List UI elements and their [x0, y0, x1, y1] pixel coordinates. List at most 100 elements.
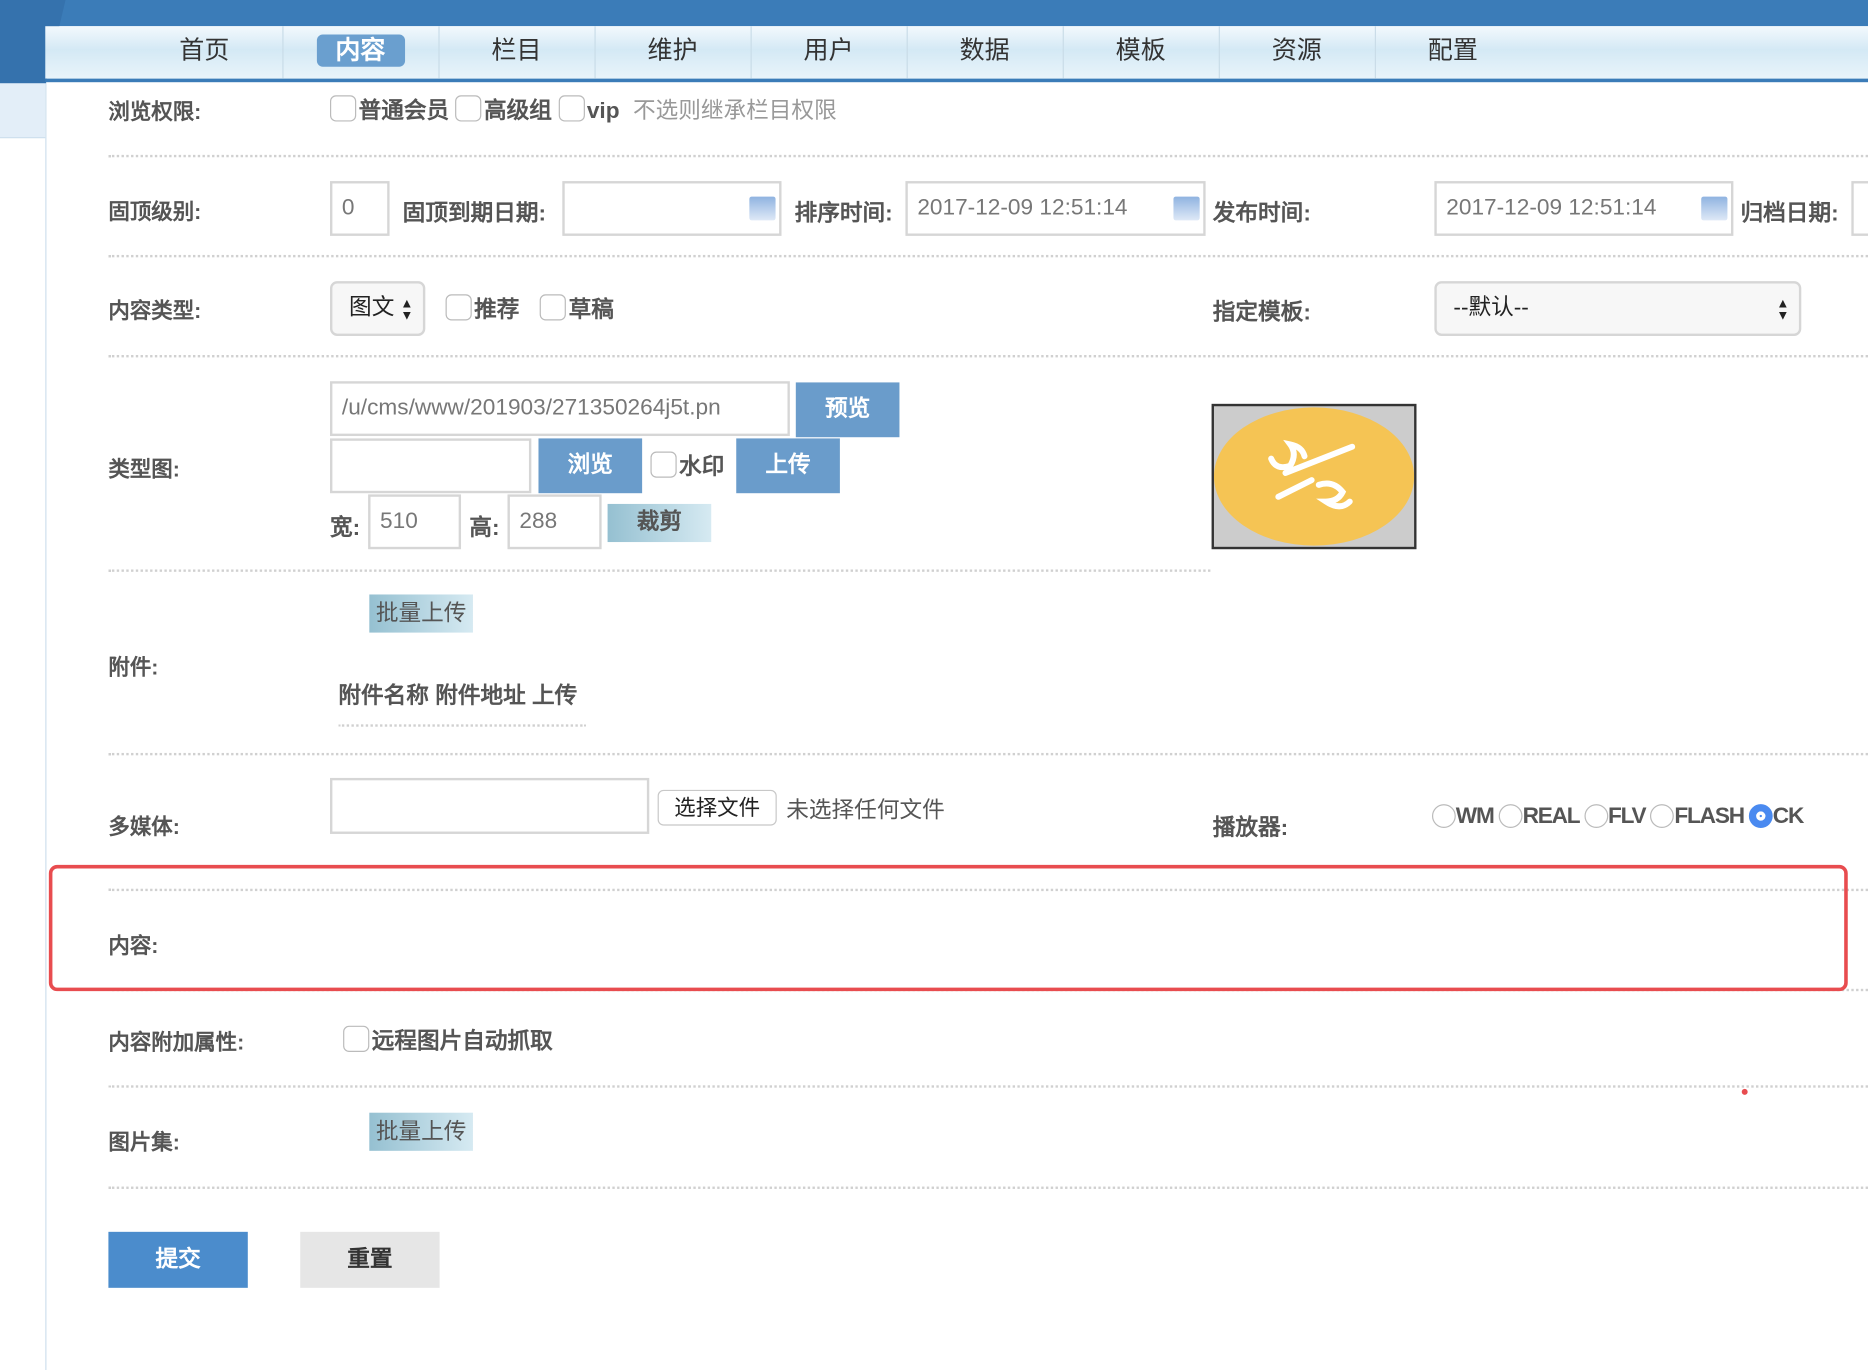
senior-label: 高级组: [484, 98, 552, 124]
content-type-select[interactable]: 图文 ▲ ▼: [329, 281, 426, 336]
permission-hint: 不选则继承栏目权限: [632, 98, 837, 124]
sort-time-input[interactable]: 2017-12-09 12:51:14: [905, 181, 1206, 236]
content-type-value: 图文: [349, 295, 395, 321]
type-image-label: 类型图:: [108, 457, 180, 482]
remote-fetch-label: 远程图片自动抓取: [371, 1029, 553, 1055]
preview-button[interactable]: 预览: [795, 382, 900, 438]
nav-column[interactable]: 栏目: [438, 26, 596, 79]
divider: [108, 1085, 1868, 1088]
column-name: 附件名称: [338, 683, 429, 709]
nav-content[interactable]: 内容: [282, 26, 440, 79]
divider: [108, 752, 1868, 756]
submit-button[interactable]: 提交: [108, 1231, 248, 1288]
attachment-batch-upload-button[interactable]: 批量上传: [369, 594, 473, 633]
calendar-icon[interactable]: [1173, 196, 1200, 221]
top-expire-input[interactable]: [562, 181, 782, 236]
crop-button[interactable]: 裁剪: [607, 503, 712, 543]
archive-date-input[interactable]: [1851, 181, 1868, 236]
player-option-label: REAL: [1522, 804, 1581, 830]
nav-label: 首页: [179, 36, 230, 65]
player-radio-flash[interactable]: [1650, 804, 1675, 828]
select-arrows-icon: ▲ ▼: [1776, 296, 1790, 323]
main-nav: 首页 内容 栏目 维护 用户 数据 模板 资源 配置: [45, 26, 1868, 83]
browse-button[interactable]: 浏览: [538, 438, 643, 494]
nav-template[interactable]: 模板: [1063, 26, 1220, 79]
top-bar: [0, 0, 1868, 27]
template-label: 指定模板:: [1212, 300, 1311, 326]
recommend-checkbox[interactable]: [445, 294, 472, 321]
calendar-icon[interactable]: [749, 196, 776, 221]
top-expire-label: 固顶到期日期:: [402, 201, 547, 227]
column-address: 附件地址: [435, 683, 526, 709]
template-value: --默认--: [1453, 295, 1529, 321]
calendar-icon[interactable]: [1701, 196, 1728, 221]
tools-icon: [1213, 407, 1415, 546]
watermark-checkbox[interactable]: [650, 451, 677, 478]
remote-fetch-option: 远程图片自动抓取: [343, 1023, 553, 1055]
upload-button[interactable]: 上传: [736, 438, 840, 494]
attachment-table-header: 附件名称 附件地址 上传: [338, 678, 577, 710]
top-level-label: 固顶级别:: [108, 200, 202, 224]
nav-label: 数据: [959, 36, 1010, 65]
column-upload: 上传: [532, 683, 578, 709]
nav-maintain[interactable]: 维护: [594, 26, 752, 79]
no-file-text: 未选择任何文件: [786, 798, 945, 824]
image-path-input[interactable]: /u/cms/www/201903/271350264j5t.pn: [329, 381, 790, 437]
nav-label: 模板: [1115, 36, 1166, 65]
divider: [108, 154, 1868, 158]
draft-label: 草稿: [568, 297, 614, 323]
attachment-label: 附件:: [108, 655, 159, 680]
sidebar: [0, 0, 47, 1370]
sort-time-label: 排序时间:: [794, 201, 893, 227]
nav-data[interactable]: 数据: [907, 26, 1064, 79]
browse-permission-options: 普通会员 高级组 vip 不选则继承栏目权限: [329, 93, 837, 125]
gallery-batch-upload-button[interactable]: 批量上传: [369, 1112, 473, 1151]
sort-time-value: 2017-12-09 12:51:14: [917, 195, 1128, 221]
reset-button[interactable]: 重置: [300, 1231, 440, 1288]
image-file-input[interactable]: [329, 438, 532, 494]
nav-label: 栏目: [491, 36, 542, 65]
player-radio-flv[interactable]: [1584, 804, 1608, 828]
type-image-thumbnail: [1211, 403, 1417, 550]
vip-checkbox[interactable]: [558, 95, 585, 122]
player-radio-ck[interactable]: [1748, 804, 1773, 828]
watermark-label: 水印: [679, 455, 725, 481]
content-type-flags: 推荐 草稿: [445, 292, 614, 324]
nav-config[interactable]: 配置: [1375, 26, 1531, 78]
player-option-label: WM: [1455, 804, 1495, 830]
nav-resource[interactable]: 资源: [1219, 26, 1376, 79]
player-radio-wm[interactable]: [1431, 804, 1456, 828]
height-input[interactable]: 288: [507, 494, 602, 550]
template-select[interactable]: --默认-- ▲ ▼: [1434, 281, 1802, 336]
player-options: WM REAL FLV FLASH CK: [1431, 804, 1805, 830]
content-type-label: 内容类型:: [108, 299, 202, 323]
height-label: 高:: [469, 515, 500, 541]
member-checkbox[interactable]: [329, 95, 357, 122]
player-radio-real[interactable]: [1498, 804, 1523, 828]
nav-label: 资源: [1271, 36, 1322, 65]
divider: [338, 724, 587, 727]
player-option-label: CK: [1772, 804, 1805, 830]
divider: [108, 1186, 1868, 1189]
extra-attributes-label: 内容附加属性:: [108, 1030, 245, 1055]
player-option-label: FLASH: [1674, 804, 1745, 830]
nav-home[interactable]: 首页: [126, 26, 284, 79]
draft-checkbox[interactable]: [540, 294, 567, 321]
publish-time-label: 发布时间:: [1212, 201, 1311, 227]
remote-fetch-checkbox[interactable]: [343, 1025, 370, 1052]
width-input[interactable]: 510: [368, 494, 462, 550]
nav-label: 用户: [803, 36, 854, 65]
choose-file-button[interactable]: 选择文件: [657, 789, 777, 826]
content-highlight-box: [48, 864, 1848, 992]
publish-time-input[interactable]: 2017-12-09 12:51:14: [1434, 181, 1734, 236]
media-path-input[interactable]: [329, 777, 650, 834]
nav-user[interactable]: 用户: [751, 26, 908, 79]
senior-checkbox[interactable]: [455, 95, 482, 122]
divider: [108, 355, 1868, 358]
nav-label: 内容: [316, 34, 405, 67]
select-arrows-icon: ▲ ▼: [400, 296, 414, 323]
media-label: 多媒体:: [108, 814, 180, 839]
top-level-input[interactable]: 0: [329, 181, 390, 236]
browse-permission-label: 浏览权限:: [108, 100, 202, 124]
divider: [108, 569, 1211, 572]
